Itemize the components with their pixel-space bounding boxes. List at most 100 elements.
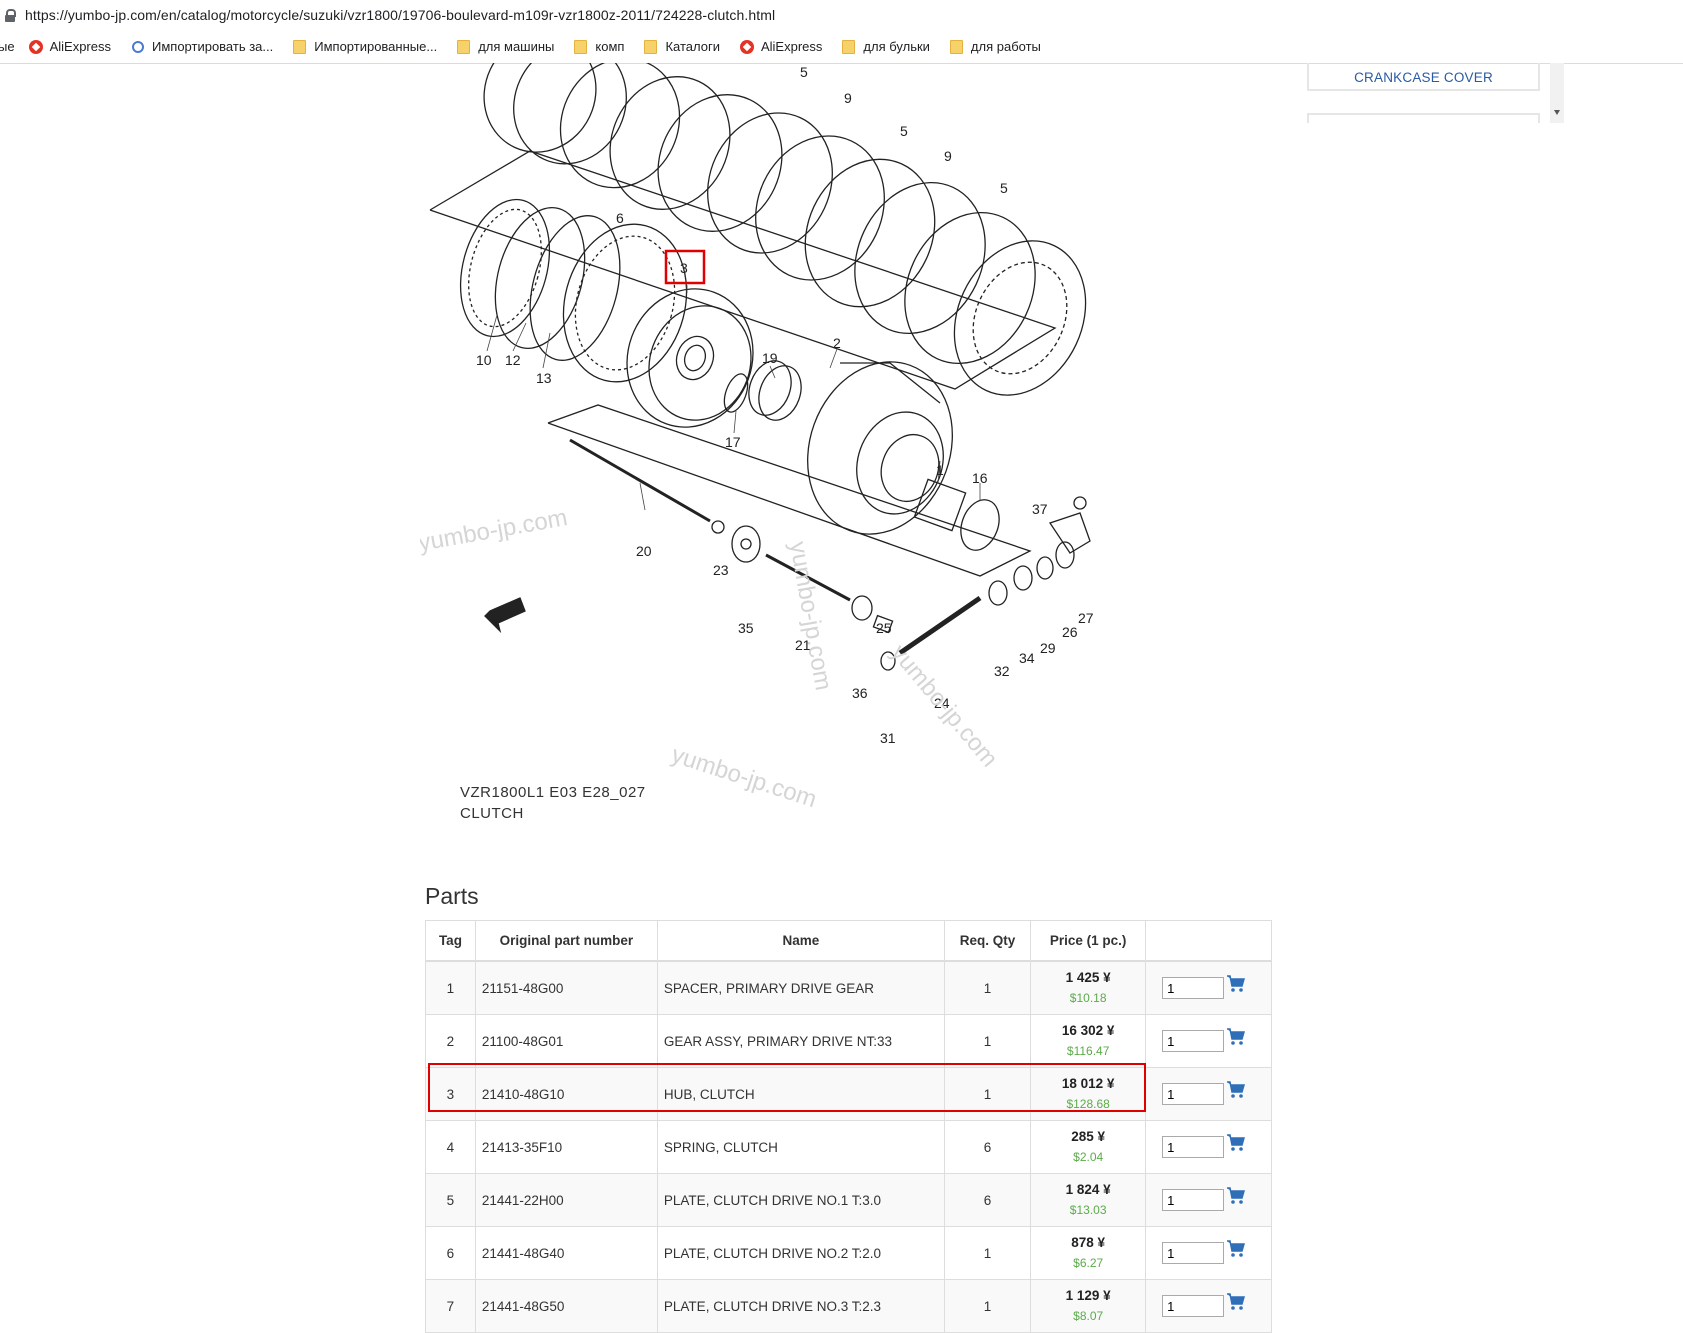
tag-13-label: 13	[536, 370, 552, 386]
sidebar-scrollbar[interactable]	[1550, 63, 1564, 123]
tag-26-label: 26	[1062, 624, 1078, 640]
aliexpress-icon	[28, 39, 43, 54]
row-part-number: 21413-35F10	[474, 1120, 658, 1174]
table-row: 5 21441-22H00 PLATE, CLUTCH DRIVE NO.1 T…	[425, 1173, 1272, 1227]
cart-icon[interactable]	[1226, 1292, 1246, 1312]
bookmark-folder-car[interactable]: для машины	[457, 39, 554, 54]
row-price: 878 ¥ $6.27	[1030, 1226, 1147, 1280]
price-yen: 18 012 ¥	[1061, 1076, 1115, 1091]
row-actions	[1145, 1120, 1272, 1174]
watermark-text: yumbo-jp.com	[420, 504, 569, 557]
cart-icon[interactable]	[1226, 1133, 1246, 1153]
bookmark-item[interactable]: ые	[0, 39, 15, 54]
tag-5-label: 5	[1000, 180, 1008, 196]
tag-16-label: 16	[972, 470, 988, 486]
cart-icon[interactable]	[1226, 1027, 1246, 1047]
bookmark-aliexpress[interactable]: AliExpress	[28, 39, 111, 54]
row-name: GEAR ASSY, PRIMARY DRIVE NT:33	[656, 1014, 945, 1068]
clutch-plate-stack-top	[483, 33, 1087, 396]
quantity-input[interactable]	[1162, 1295, 1225, 1317]
tag-10-label: 10	[476, 352, 492, 368]
row-qty: 1	[943, 1279, 1032, 1333]
price-yen: 1 129 ¥	[1065, 1288, 1111, 1303]
cart-icon[interactable]	[1226, 974, 1246, 994]
tag-17-label: 17	[725, 434, 741, 450]
parts-table-header: Tag Original part number Name Req. Qty P…	[425, 920, 1272, 962]
bookmark-folder-pc[interactable]: комп	[574, 39, 624, 54]
table-row: 1 21151-48G00 SPACER, PRIMARY DRIVE GEAR…	[425, 960, 1272, 1015]
category-card-crankcase-cover[interactable]: CRANKCASE COVER	[1307, 63, 1540, 91]
clutch-exploded-view: 5 9 5 9 5 6 3 2 19 10 12 13 17 1 16 37 2…	[416, 33, 1094, 822]
price-usd: $2.04	[1073, 1150, 1104, 1164]
col-price: Price (1 pc.)	[1030, 920, 1147, 962]
row-part-number: 21100-48G01	[474, 1014, 658, 1068]
clutch-hub-drawing	[626, 288, 754, 428]
tag-2-label: 2	[833, 335, 841, 351]
row-tag: 2	[425, 1014, 476, 1068]
bookmark-folder-imported[interactable]: Импортированные...	[293, 39, 437, 54]
quantity-input[interactable]	[1162, 1189, 1225, 1211]
bookmark-folder-bulka[interactable]: для бульки	[842, 39, 930, 54]
tag-37-label: 37	[1032, 501, 1048, 517]
gear-icon	[131, 40, 145, 54]
row-tag: 5	[425, 1173, 476, 1227]
watermark-text: yumbo-jp.com	[784, 539, 837, 692]
row-name: PLATE, CLUTCH DRIVE NO.3 T:2.3	[656, 1279, 945, 1333]
row-part-number: 21410-48G10	[474, 1067, 658, 1121]
tag-9-label: 9	[844, 90, 852, 106]
lock-icon	[5, 9, 16, 22]
row-name: SPACER, PRIMARY DRIVE GEAR	[656, 960, 945, 1015]
tag-12-label: 12	[505, 352, 521, 368]
col-qty: Req. Qty	[943, 920, 1032, 962]
category-card-label[interactable]: CRANKCASE COVER	[1309, 70, 1538, 85]
bookmark-import[interactable]: Импортировать за...	[131, 39, 273, 54]
parts-diagram: 5 9 5 9 5 6 3 2 19 10 12 13 17 1 16 37 2…	[416, 33, 1200, 833]
bookmark-folder-work[interactable]: для работы	[949, 39, 1041, 54]
quantity-input[interactable]	[1162, 1242, 1225, 1264]
row-price: 16 302 ¥ $116.47	[1030, 1014, 1147, 1068]
row-qty: 1	[943, 1014, 1032, 1068]
price-usd: $116.47	[1066, 1044, 1110, 1058]
tag-19-label: 19	[762, 350, 778, 366]
address-bar[interactable]: https://yumbo-jp.com/en/catalog/motorcyc…	[0, 0, 1683, 30]
quantity-input[interactable]	[1162, 1136, 1225, 1158]
cart-icon[interactable]	[1226, 1239, 1246, 1259]
row-price: 1 824 ¥ $13.03	[1030, 1173, 1147, 1227]
row-qty: 6	[943, 1120, 1032, 1174]
category-card[interactable]	[1307, 113, 1540, 123]
tag-35-label: 35	[738, 620, 754, 636]
tag-9-label: 9	[944, 148, 952, 164]
row-actions	[1145, 960, 1272, 1015]
row-part-number: 21151-48G00	[474, 960, 658, 1015]
folder-icon	[842, 39, 856, 54]
bookmark-folder-catalogs[interactable]: Каталоги	[644, 39, 720, 54]
row-tag: 1	[425, 960, 476, 1015]
quantity-input[interactable]	[1162, 1030, 1225, 1052]
folder-icon	[949, 39, 963, 54]
cart-icon[interactable]	[1226, 1186, 1246, 1206]
price-usd: $8.07	[1073, 1309, 1104, 1323]
tag-36-label: 36	[852, 685, 868, 701]
row-tag: 7	[425, 1279, 476, 1333]
col-name: Name	[656, 920, 945, 962]
folder-icon	[293, 39, 307, 54]
cart-icon[interactable]	[1226, 1080, 1246, 1100]
tag-32-label: 32	[994, 663, 1010, 679]
row-part-number: 21441-48G50	[474, 1279, 658, 1333]
quantity-input[interactable]	[1162, 1083, 1225, 1105]
plate-guide-outline	[429, 150, 1057, 390]
price-yen: 1 824 ¥	[1065, 1182, 1111, 1197]
watermark-text: yumbo-jp.com	[885, 640, 1003, 773]
bookmarks-bar: ые AliExpress Импортировать за... Импорт…	[0, 30, 1683, 64]
tag-5-label: 5	[800, 64, 808, 80]
tag-3-label[interactable]: 3	[680, 260, 688, 276]
bookmark-aliexpress-2[interactable]: AliExpress	[739, 39, 822, 54]
folder-icon	[457, 39, 471, 54]
watermark-text: yumbo-jp.com	[668, 741, 820, 813]
row-part-number: 21441-48G40	[474, 1226, 658, 1280]
table-row-highlighted: 3 21410-48G10 HUB, CLUTCH 1 18 012 ¥ $128…	[425, 1067, 1272, 1121]
row-price: 1 129 ¥ $8.07	[1030, 1279, 1147, 1333]
tag-23-label: 23	[713, 562, 729, 578]
url-text[interactable]: https://yumbo-jp.com/en/catalog/motorcyc…	[25, 7, 775, 23]
quantity-input[interactable]	[1162, 977, 1225, 999]
